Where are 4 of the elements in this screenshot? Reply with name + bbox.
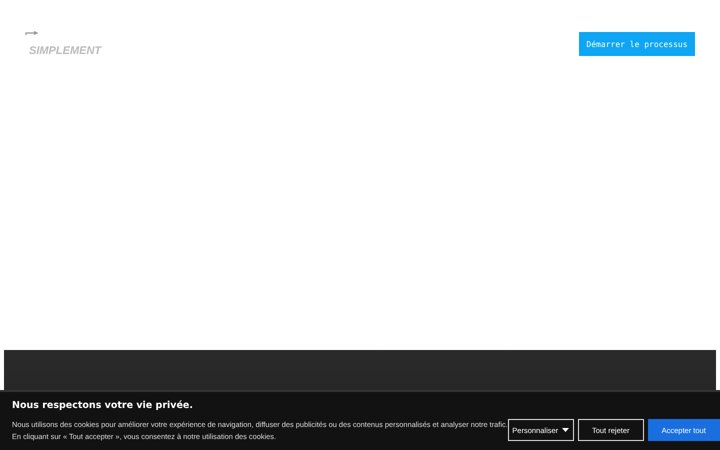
logo-text: SIMPLEMENT — [29, 45, 102, 57]
caret-icon — [562, 428, 570, 432]
arrow-icon — [25, 31, 39, 37]
banner-title: Nous respectons votre vie privée. — [12, 400, 194, 411]
